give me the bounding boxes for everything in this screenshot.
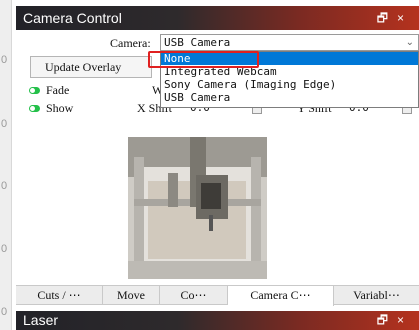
show-toggle-icon[interactable]	[29, 105, 40, 112]
restore-icon[interactable]: 🗗	[377, 313, 397, 327]
laser-title-bar[interactable]: Laser 🗗×	[16, 311, 419, 330]
dock-edge-strip: 0 0 0 0 0	[0, 0, 12, 330]
camera-select-value: USB Camera	[164, 36, 231, 49]
close-icon[interactable]: ×	[397, 11, 413, 25]
laser-panel-title: Laser	[23, 312, 59, 328]
ruler-label: 0	[1, 243, 8, 255]
ruler-label: 0	[1, 180, 8, 192]
camera-label: Camera:	[110, 36, 151, 50]
camera-option-usb-camera[interactable]: USB Camera	[161, 91, 418, 104]
ruler-label: 0	[1, 54, 8, 66]
camera-preview-image	[128, 137, 267, 279]
show-label: Show	[46, 101, 74, 115]
ruler-label: 0	[1, 118, 8, 130]
fade-label: Fade	[46, 83, 70, 97]
update-overlay-button[interactable]: Update Overlay	[30, 56, 152, 78]
fade-toggle-icon[interactable]	[29, 87, 40, 94]
tab-variable-text[interactable]: Variabl⋯	[334, 286, 419, 305]
tab-move[interactable]: Move	[103, 286, 160, 305]
panel-tab-bar: Cuts / ⋯ Move Co⋯ Camera C⋯ Variabl⋯	[16, 285, 419, 306]
camera-preview	[128, 137, 267, 279]
close-icon[interactable]: ×	[397, 313, 413, 327]
title-bar-icons: 🗗×	[377, 6, 413, 30]
camera-control-title-bar[interactable]: Camera Control 🗗×	[16, 6, 419, 30]
ruler-label: 0	[1, 306, 8, 318]
chevron-down-icon: ⌄	[405, 37, 414, 48]
tab-cuts[interactable]: Cuts / ⋯	[16, 286, 103, 305]
panel-title: Camera Control	[23, 10, 122, 26]
laser-title-bar-icons: 🗗×	[377, 311, 413, 330]
tab-console[interactable]: Co⋯	[160, 286, 228, 305]
restore-icon[interactable]: 🗗	[377, 11, 397, 25]
tab-camera-control[interactable]: Camera C⋯	[228, 286, 334, 306]
annotation-highlight-box	[148, 51, 259, 68]
camera-select[interactable]: USB Camera ⌄	[160, 34, 419, 51]
camera-option-sony-camera[interactable]: Sony Camera (Imaging Edge)	[161, 78, 418, 91]
